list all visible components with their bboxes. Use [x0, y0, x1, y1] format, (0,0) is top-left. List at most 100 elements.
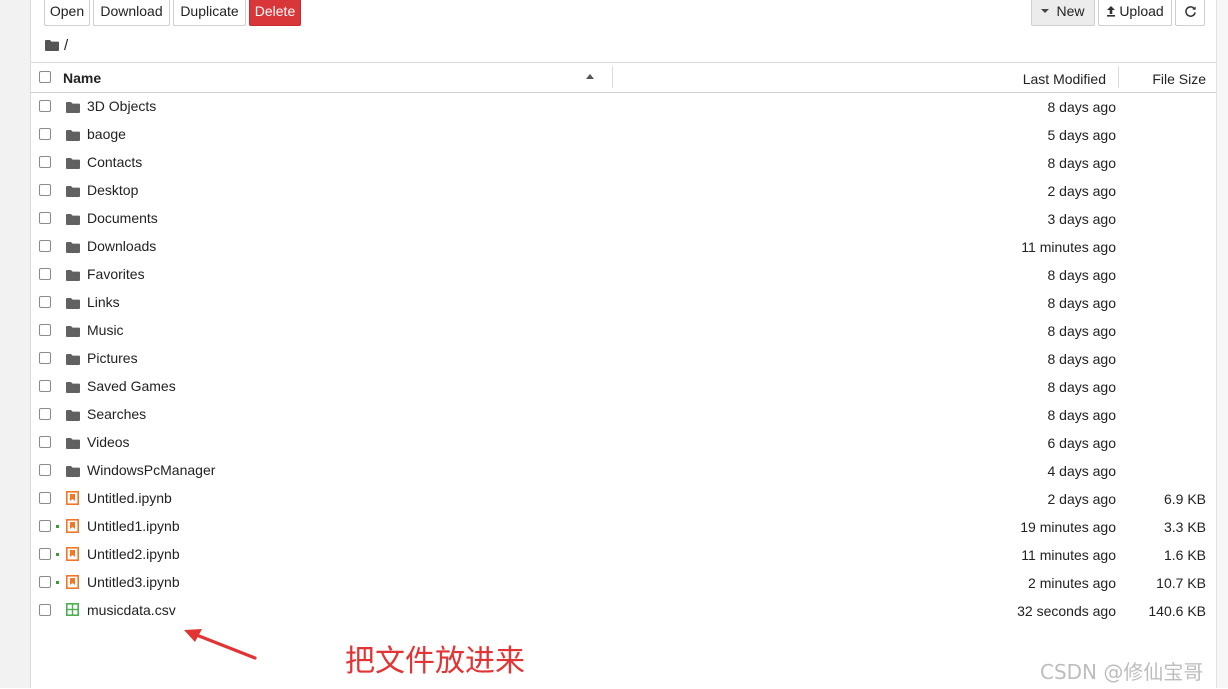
list-item[interactable]: Untitled2.ipynb 11 minutes ago 1.6 KB	[30, 540, 1216, 568]
item-last-modified: 4 days ago	[1047, 463, 1117, 479]
item-name-link[interactable]: Pictures	[87, 350, 138, 366]
item-last-modified: 2 minutes ago	[1028, 575, 1116, 591]
sort-by-name[interactable]: Name	[63, 70, 101, 86]
folder-icon	[66, 408, 80, 422]
item-last-modified: 6 days ago	[1047, 435, 1117, 451]
item-checkbox[interactable]	[39, 296, 51, 308]
item-name-link[interactable]: Videos	[87, 434, 130, 450]
folder-icon	[66, 464, 80, 478]
running-indicator-icon	[56, 553, 59, 556]
left-gutter	[0, 0, 31, 688]
list-item[interactable]: musicdata.csv 32 seconds ago 140.6 KB	[30, 596, 1216, 624]
column-divider	[1118, 66, 1119, 88]
list-item[interactable]: Videos 6 days ago	[30, 428, 1216, 456]
list-item[interactable]: WindowsPcManager 4 days ago	[30, 456, 1216, 484]
item-checkbox[interactable]	[39, 464, 51, 476]
duplicate-button-label: Duplicate	[180, 3, 239, 19]
item-name-link[interactable]: Desktop	[87, 182, 138, 198]
breadcrumb-path[interactable]: /	[64, 37, 68, 54]
list-item[interactable]: Searches 8 days ago	[30, 400, 1216, 428]
notebook-icon	[66, 547, 80, 561]
item-checkbox[interactable]	[39, 408, 51, 420]
item-name-link[interactable]: Links	[87, 294, 120, 310]
select-all-checkbox[interactable]	[39, 71, 51, 83]
item-checkbox[interactable]	[39, 212, 51, 224]
new-dropdown-button[interactable]: New	[1031, 0, 1095, 26]
item-name-link[interactable]: WindowsPcManager	[87, 462, 215, 478]
list-item[interactable]: Music 8 days ago	[30, 316, 1216, 344]
item-last-modified: 11 minutes ago	[1021, 239, 1116, 255]
item-checkbox[interactable]	[39, 184, 51, 196]
item-checkbox[interactable]	[39, 380, 51, 392]
sort-ascending-icon	[586, 74, 594, 79]
list-item[interactable]: Untitled1.ipynb 19 minutes ago 3.3 KB	[30, 512, 1216, 540]
item-last-modified: 3 days ago	[1047, 211, 1117, 227]
item-last-modified: 8 days ago	[1047, 407, 1117, 423]
item-checkbox[interactable]	[39, 548, 51, 560]
list-item[interactable]: Favorites 8 days ago	[30, 260, 1216, 288]
item-checkbox[interactable]	[39, 604, 51, 616]
folder-icon	[66, 100, 80, 114]
list-item[interactable]: Untitled.ipynb 2 days ago 6.9 KB	[30, 484, 1216, 512]
item-checkbox[interactable]	[39, 156, 51, 168]
item-name-link[interactable]: baoge	[87, 126, 126, 142]
item-checkbox[interactable]	[39, 352, 51, 364]
list-item[interactable]: baoge 5 days ago	[30, 120, 1216, 148]
sort-by-last-modified[interactable]: Last Modified	[1023, 71, 1106, 87]
download-button[interactable]: Download	[93, 0, 170, 26]
open-button[interactable]: Open	[44, 0, 90, 26]
refresh-icon	[1184, 5, 1196, 17]
item-name-link[interactable]: Saved Games	[87, 378, 176, 394]
list-item[interactable]: Contacts 8 days ago	[30, 148, 1216, 176]
list-item[interactable]: 3D Objects 8 days ago	[30, 92, 1216, 120]
item-name-link[interactable]: Untitled.ipynb	[87, 490, 172, 506]
folder-icon[interactable]	[45, 39, 59, 51]
duplicate-button[interactable]: Duplicate	[173, 0, 246, 26]
item-name-link[interactable]: musicdata.csv	[87, 602, 176, 618]
annotation-arrow	[184, 629, 257, 660]
item-checkbox[interactable]	[39, 268, 51, 280]
column-divider	[612, 66, 613, 88]
item-last-modified: 5 days ago	[1047, 127, 1117, 143]
scrollbar[interactable]	[1216, 0, 1228, 688]
refresh-button[interactable]	[1175, 0, 1205, 26]
list-item[interactable]: Links 8 days ago	[30, 288, 1216, 316]
item-last-modified: 32 seconds ago	[1017, 603, 1116, 619]
item-name-link[interactable]: 3D Objects	[87, 98, 156, 114]
list-item[interactable]: Pictures 8 days ago	[30, 344, 1216, 372]
item-name-link[interactable]: Searches	[87, 406, 146, 422]
item-checkbox[interactable]	[39, 100, 51, 112]
list-item[interactable]: Saved Games 8 days ago	[30, 372, 1216, 400]
item-checkbox[interactable]	[39, 324, 51, 336]
item-name-link[interactable]: Documents	[87, 210, 158, 226]
sort-by-file-size[interactable]: File Size	[1152, 71, 1206, 87]
item-checkbox[interactable]	[39, 576, 51, 588]
folder-icon	[66, 212, 80, 226]
item-last-modified: 8 days ago	[1047, 99, 1117, 115]
item-name-link[interactable]: Favorites	[87, 266, 145, 282]
item-checkbox[interactable]	[39, 492, 51, 504]
item-name-link[interactable]: Untitled1.ipynb	[87, 518, 180, 534]
file-list: Name Last Modified File Size 3D Objects 8…	[30, 62, 1216, 689]
annotation-text: 把文件放进来	[345, 644, 525, 679]
item-file-size: 10.7 KB	[1156, 575, 1206, 591]
delete-button[interactable]: Delete	[249, 0, 301, 26]
item-name-link[interactable]: Untitled2.ipynb	[87, 546, 180, 562]
item-checkbox[interactable]	[39, 436, 51, 448]
item-name-link[interactable]: Music	[87, 322, 124, 338]
folder-icon	[66, 296, 80, 310]
upload-icon	[1107, 6, 1116, 17]
item-checkbox[interactable]	[39, 128, 51, 140]
item-checkbox[interactable]	[39, 240, 51, 252]
item-checkbox[interactable]	[39, 520, 51, 532]
item-name-link[interactable]: Untitled3.ipynb	[87, 574, 180, 590]
list-item[interactable]: Documents 3 days ago	[30, 204, 1216, 232]
list-item[interactable]: Downloads 11 minutes ago	[30, 232, 1216, 260]
list-item[interactable]: Desktop 2 days ago	[30, 176, 1216, 204]
item-name-link[interactable]: Contacts	[87, 154, 142, 170]
list-item[interactable]: Untitled3.ipynb 2 minutes ago 10.7 KB	[30, 568, 1216, 596]
upload-button[interactable]: Upload	[1098, 0, 1172, 26]
item-file-size: 3.3 KB	[1163, 519, 1206, 535]
item-name-link[interactable]: Downloads	[87, 238, 156, 254]
folder-icon	[66, 352, 80, 366]
